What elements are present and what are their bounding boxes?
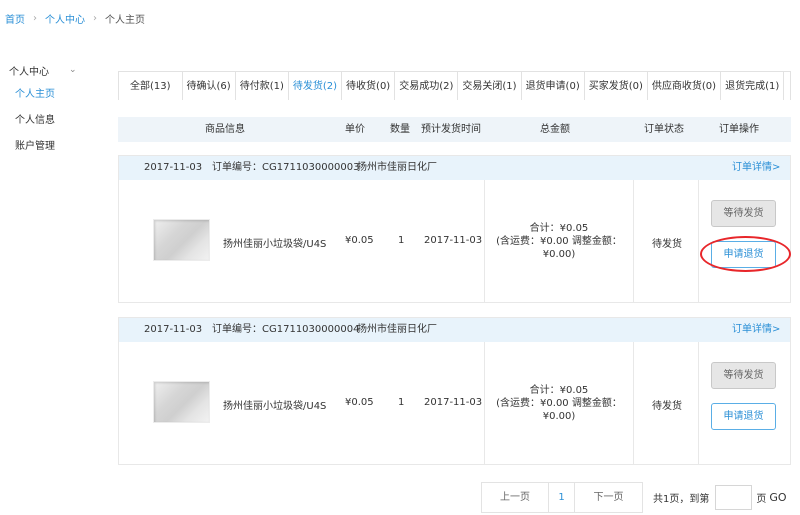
header-price: 单价 xyxy=(345,124,365,135)
sidebar-item-home[interactable]: 个人主页 xyxy=(0,82,110,108)
header-action: 订单操作 xyxy=(719,124,759,135)
tab-to-ship[interactable]: 待发货(2) xyxy=(289,72,343,100)
pagination: 上一页 1 下一页 共1页，到第 页 GO xyxy=(481,482,787,513)
breadcrumb-separator-icon: › xyxy=(33,13,37,24)
order-detail-link[interactable]: 订单详情> xyxy=(732,318,780,342)
unit-price: ¥0.05 xyxy=(345,397,374,408)
page-jump-input[interactable] xyxy=(715,485,753,510)
tab-return-complete[interactable]: 退货完成(1) xyxy=(721,72,785,100)
sidebar-item-account[interactable]: 账户管理 xyxy=(0,134,110,160)
order-date: 2017-11-03 xyxy=(144,324,203,335)
order-status: 待发货 xyxy=(652,401,682,412)
order-supplier: 扬州市佳丽日化厂 xyxy=(357,324,437,335)
breadcrumb-current: 个人主页 xyxy=(105,15,145,26)
page-total-info: 共1页，到第 xyxy=(653,494,710,505)
order-number: 订单编号：CG1711030000003 xyxy=(212,162,360,173)
sidebar: 个人中心 ⌄ 个人主页 个人信息 账户管理 xyxy=(0,58,110,160)
quantity: 1 xyxy=(398,235,405,246)
page-number-1[interactable]: 1 xyxy=(549,482,575,513)
order-card: 2017-11-03 订单编号：CG1711030000004 扬州市佳丽日化厂… xyxy=(118,317,791,465)
order-date: 2017-11-03 xyxy=(144,162,203,173)
awaiting-shipment-button[interactable]: 等待发货 xyxy=(711,200,776,227)
breadcrumb: 首页 › 个人中心 › 个人主页 xyxy=(5,11,145,26)
order-row: 扬州佳丽小垃圾袋/U4S ¥0.05 1 2017-11-03 合计：¥0.05… xyxy=(119,180,791,302)
product-image[interactable] xyxy=(153,219,210,261)
product-name[interactable]: 扬州佳丽小垃圾袋/U4S xyxy=(223,235,326,250)
tab-to-receive[interactable]: 待收货(0) xyxy=(342,72,396,100)
tab-closed[interactable]: 交易关闭(1) xyxy=(458,72,522,100)
sidebar-group-title: 个人中心 xyxy=(9,66,49,78)
breadcrumb-separator-icon: › xyxy=(93,13,97,24)
sidebar-group-header[interactable]: 个人中心 ⌄ xyxy=(0,58,110,82)
header-ship-time: 预计发货时间 xyxy=(421,124,481,135)
tab-to-pay[interactable]: 待付款(1) xyxy=(236,72,289,100)
request-return-button[interactable]: 申请退货 xyxy=(711,403,776,430)
total-breakdown: (含运费：¥0.00 调整金额： xyxy=(496,398,622,409)
prev-page-button[interactable]: 上一页 xyxy=(481,482,549,513)
tab-supplier-received[interactable]: 供应商收货(0) xyxy=(648,72,722,100)
tab-return-request[interactable]: 退货申请(0) xyxy=(522,72,585,100)
total-breakdown: (含运费：¥0.00 调整金额： xyxy=(496,236,622,247)
product-name[interactable]: 扬州佳丽小垃圾袋/U4S xyxy=(223,397,326,412)
total-adjustment: ¥0.00) xyxy=(542,411,576,422)
tab-success[interactable]: 交易成功(2) xyxy=(395,72,459,100)
header-product: 商品信息 xyxy=(205,124,245,135)
order-total: 合计：¥0.05 (含运费：¥0.00 调整金额： ¥0.00) xyxy=(485,222,633,261)
next-page-button[interactable]: 下一页 xyxy=(575,482,643,513)
breadcrumb-center-link[interactable]: 个人中心 xyxy=(45,11,85,26)
awaiting-shipment-button[interactable]: 等待发货 xyxy=(711,362,776,389)
order-bar: 2017-11-03 订单编号：CG1711030000004 扬州市佳丽日化厂… xyxy=(119,318,790,342)
order-detail-link[interactable]: 订单详情> xyxy=(732,156,780,180)
breadcrumb-home-link[interactable]: 首页 xyxy=(5,11,25,26)
tab-all[interactable]: 全部(13) xyxy=(119,72,183,100)
order-row: 扬州佳丽小垃圾袋/U4S ¥0.05 1 2017-11-03 合计：¥0.05… xyxy=(119,342,790,464)
ship-date: 2017-11-03 xyxy=(424,235,483,246)
chevron-down-icon[interactable]: ⌄ xyxy=(69,65,77,75)
sidebar-item-profile[interactable]: 个人信息 xyxy=(0,108,110,134)
tab-buyer-shipped[interactable]: 买家发货(0) xyxy=(585,72,648,100)
header-total: 总金额 xyxy=(540,124,570,135)
order-bar: 2017-11-03 订单编号：CG1711030000003 扬州市佳丽日化厂… xyxy=(119,156,790,180)
order-number: 订单编号：CG1711030000004 xyxy=(212,324,360,335)
total-amount: 合计：¥0.05 xyxy=(529,223,589,234)
header-qty: 数量 xyxy=(390,124,410,135)
product-image[interactable] xyxy=(153,381,210,423)
page-unit-label: 页 xyxy=(756,494,767,505)
status-tabs: 全部(13) 待确认(6) 待付款(1) 待发货(2) 待收货(0) 交易成功(… xyxy=(118,71,791,100)
tab-to-confirm[interactable]: 待确认(6) xyxy=(183,72,236,100)
quantity: 1 xyxy=(398,397,405,408)
highlight-ring xyxy=(700,236,791,272)
ship-date: 2017-11-03 xyxy=(424,397,483,408)
total-amount: 合计：¥0.05 xyxy=(529,385,589,396)
order-total: 合计：¥0.05 (含运费：¥0.00 调整金额： ¥0.00) xyxy=(485,384,633,423)
header-status: 订单状态 xyxy=(644,124,684,135)
go-button[interactable]: GO xyxy=(769,491,786,504)
order-panel: 全部(13) 待确认(6) 待付款(1) 待发货(2) 待收货(0) 交易成功(… xyxy=(118,71,791,465)
unit-price: ¥0.05 xyxy=(345,235,374,246)
order-supplier: 扬州市佳丽日化厂 xyxy=(357,162,437,173)
table-header: 商品信息 单价 数量 预计发货时间 总金额 订单状态 订单操作 xyxy=(118,117,791,142)
order-card: 2017-11-03 订单编号：CG1711030000003 扬州市佳丽日化厂… xyxy=(118,155,791,303)
order-status: 待发货 xyxy=(652,239,682,250)
total-adjustment: ¥0.00) xyxy=(542,249,576,260)
